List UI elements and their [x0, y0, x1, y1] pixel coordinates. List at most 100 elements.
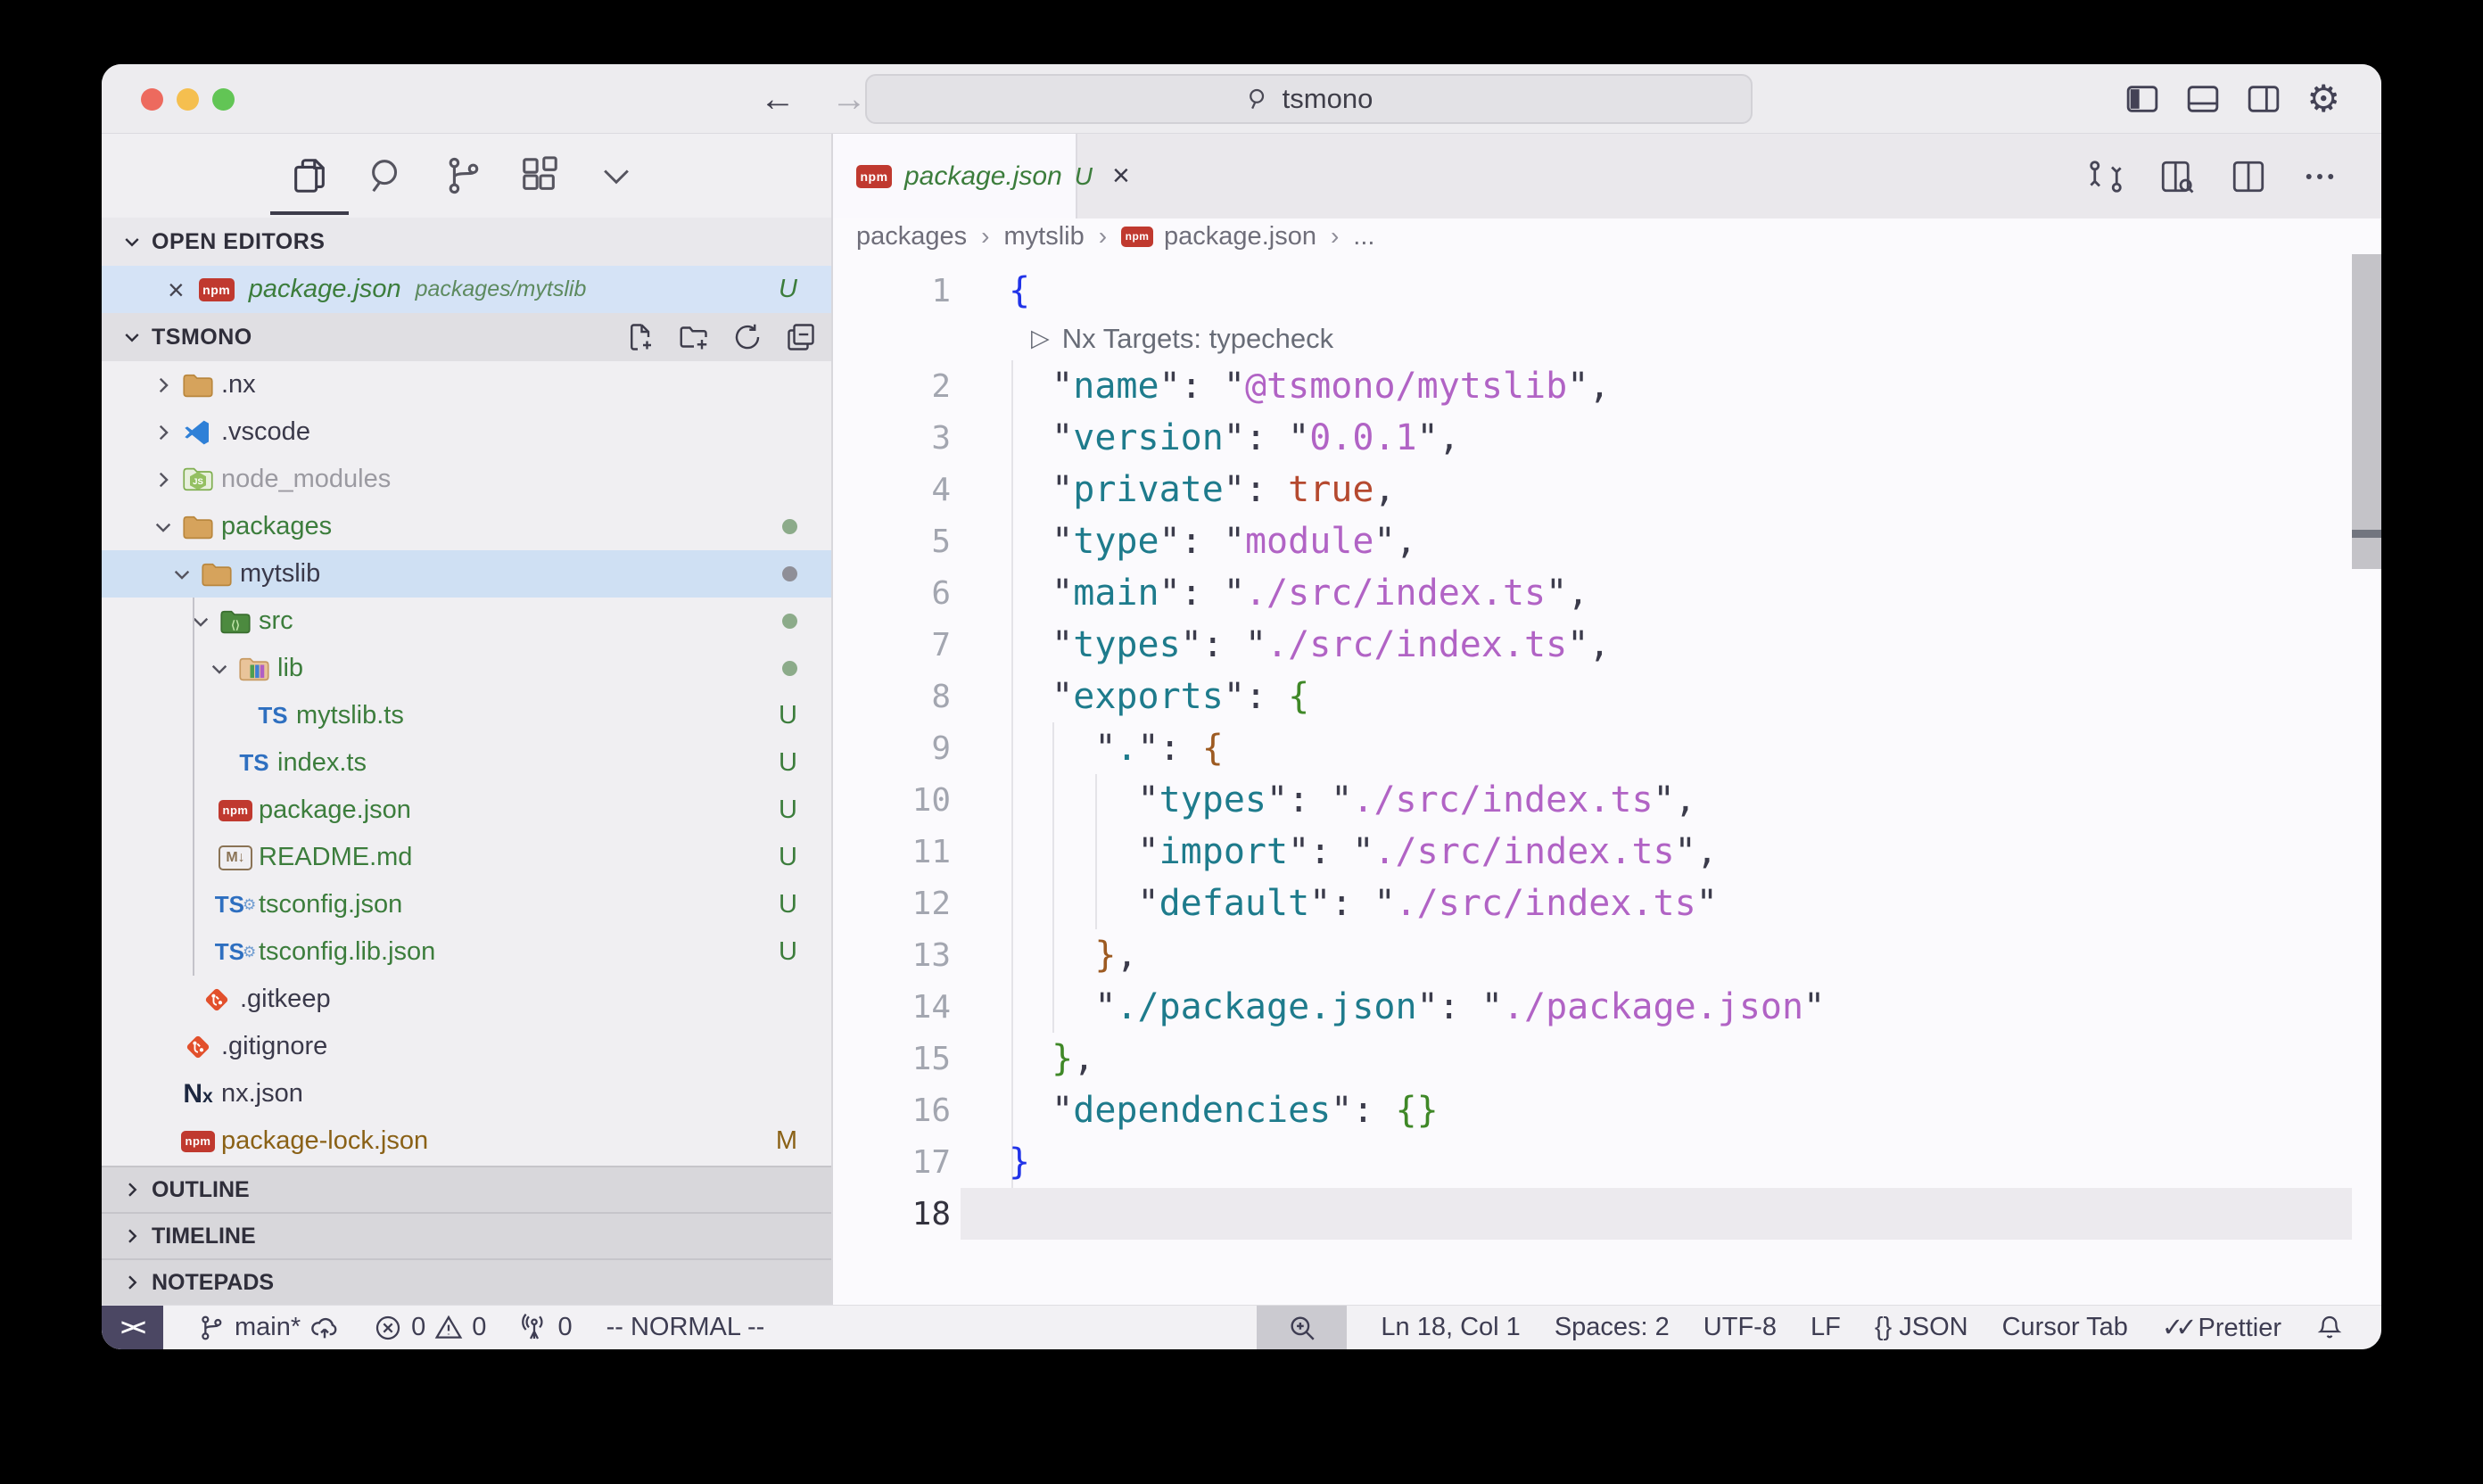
close-window-button[interactable] [141, 88, 163, 111]
chevron-right-icon[interactable] [148, 417, 178, 448]
collapse-all-icon[interactable] [785, 321, 817, 353]
chevron-down-icon[interactable] [186, 606, 216, 637]
workspace-header[interactable]: TSMONO [102, 313, 831, 361]
tree-item--nx[interactable]: .nx [102, 361, 831, 408]
remote-indicator[interactable]: >< [102, 1306, 163, 1350]
language-item[interactable]: {} JSON [1875, 1313, 1968, 1342]
code-line-2[interactable]: 2 "name": "@tsmono/mytslib", [833, 360, 2381, 412]
traffic-lights [141, 88, 235, 111]
tree-item-node-modules[interactable]: JSnode_modules [102, 456, 831, 503]
navigate-back-icon[interactable]: ← [760, 79, 796, 120]
tree-item--gitkeep[interactable]: .gitkeep [102, 976, 831, 1023]
code-line-15[interactable]: 15 }, [833, 1033, 2381, 1084]
tree-item-mytslib-ts[interactable]: TSmytslib.tsU [102, 692, 831, 739]
chevron-right-icon[interactable] [148, 465, 178, 495]
code-line-11[interactable]: 11 "import": "./src/index.ts", [833, 826, 2381, 878]
code-lens-nx-targets[interactable]: ▷Nx Targets: typecheck [833, 317, 2381, 360]
code-line-8[interactable]: 8 "exports": { [833, 671, 2381, 722]
tree-item-src[interactable]: ⟨⟩src [102, 598, 831, 645]
cursor-position-item[interactable]: Ln 18, Col 1 [1381, 1313, 1520, 1342]
toggle-panel-icon[interactable] [2185, 81, 2221, 117]
code-line-5[interactable]: 5 "type": "module", [833, 515, 2381, 567]
tree-item-lib[interactable]: lib [102, 645, 831, 692]
zoom-indicator[interactable] [1257, 1306, 1347, 1350]
source-control-icon[interactable] [442, 155, 483, 196]
breadcrumb-item[interactable]: ... [1353, 222, 1374, 251]
problems-status-item[interactable]: 0 0 [374, 1313, 486, 1342]
chevron-down-icon[interactable] [204, 654, 235, 684]
code-line-18[interactable]: 18 [833, 1188, 2381, 1240]
more-actions-icon[interactable] [2301, 158, 2339, 195]
git-status-badge: U [779, 275, 797, 304]
open-editor-item[interactable]: × npm package.json packages/mytslib U [102, 266, 831, 313]
tree-item-package-lock-json[interactable]: npmpackage-lock.jsonM [102, 1117, 831, 1165]
branch-status-item[interactable]: main* [197, 1313, 340, 1343]
code-line-13[interactable]: 13 }, [833, 929, 2381, 981]
tree-item-label: index.ts [277, 748, 367, 778]
code-line-14[interactable]: 14 "./package.json": "./package.json" [833, 981, 2381, 1033]
tree-item-package-json[interactable]: npmpackage.jsonU [102, 787, 831, 834]
code-line-12[interactable]: 12 "default": "./src/index.ts" [833, 878, 2381, 929]
open-editors-title: OPEN EDITORS [152, 229, 325, 255]
close-tab-icon[interactable]: × [1112, 159, 1130, 194]
tree-item-readme-md[interactable]: M↓README.mdU [102, 834, 831, 881]
cursor-tab-item[interactable]: Cursor Tab [2002, 1313, 2128, 1342]
encoding-item[interactable]: UTF-8 [1703, 1313, 1777, 1342]
code-line-1[interactable]: 1{ [833, 265, 2381, 317]
search-view-icon[interactable] [366, 155, 407, 196]
breadcrumb-item[interactable]: mytslib [1003, 222, 1084, 251]
tree-item-mytslib[interactable]: mytslib [102, 550, 831, 598]
timeline-section-header[interactable]: TIMELINE [102, 1212, 831, 1258]
breadcrumb-item[interactable]: npmpackage.json [1121, 222, 1316, 251]
toggle-primary-sidebar-icon[interactable] [2124, 81, 2160, 117]
ports-status-item[interactable]: 0 [520, 1313, 572, 1342]
command-center-search[interactable]: tsmono [865, 74, 1753, 124]
explorer-files-icon[interactable] [289, 155, 330, 196]
more-views-chevron-icon[interactable] [596, 155, 637, 196]
tree-item--gitignore[interactable]: .gitignore [102, 1023, 831, 1070]
open-editors-header[interactable]: OPEN EDITORS [102, 218, 831, 266]
close-editor-icon[interactable]: × [168, 276, 185, 304]
new-folder-icon[interactable] [678, 321, 710, 353]
code-line-17[interactable]: 17} [833, 1136, 2381, 1188]
eol-item[interactable]: LF [1811, 1313, 1841, 1342]
tree-item-tsconfig-json[interactable]: TS⚙tsconfig.jsonU [102, 881, 831, 928]
code-line-16[interactable]: 16 "dependencies": {} [833, 1084, 2381, 1136]
tab-package-json[interactable]: npm package.json U × [833, 134, 1077, 218]
chevron-down-icon[interactable] [167, 559, 197, 589]
tree-item-nx-json[interactable]: Nxnx.json [102, 1070, 831, 1117]
settings-gear-icon[interactable]: ⚙ [2306, 80, 2340, 118]
code-line-9[interactable]: 9 ".": { [833, 722, 2381, 774]
formatter-item[interactable]: ✓✓Prettier [2162, 1312, 2281, 1343]
code-line-3[interactable]: 3 "version": "0.0.1", [833, 412, 2381, 464]
tree-item-tsconfig-lib-json[interactable]: TS⚙tsconfig.lib.jsonU [102, 928, 831, 976]
chevron-down-icon[interactable] [148, 512, 178, 542]
warning-count: 0 [472, 1313, 486, 1342]
open-editor-path: packages/mytslib [416, 276, 587, 302]
notifications-bell-icon[interactable] [2315, 1314, 2344, 1342]
code-line-4[interactable]: 4 "private": true, [833, 464, 2381, 515]
breadcrumb-item[interactable]: packages [856, 222, 967, 251]
chevron-right-icon[interactable] [148, 370, 178, 400]
open-preview-icon[interactable] [2158, 158, 2196, 195]
refresh-icon[interactable] [731, 321, 763, 353]
tree-item-index-ts[interactable]: TSindex.tsU [102, 739, 831, 787]
zoom-window-button[interactable] [212, 88, 235, 111]
toggle-secondary-sidebar-icon[interactable] [2246, 81, 2281, 117]
navigate-forward-icon[interactable]: → [831, 79, 867, 120]
code-line-7[interactable]: 7 "types": "./src/index.ts", [833, 619, 2381, 671]
notepads-section-header[interactable]: NOTEPADS [102, 1258, 831, 1305]
outline-section-header[interactable]: OUTLINE [102, 1166, 831, 1212]
minimize-window-button[interactable] [177, 88, 199, 111]
tree-item-packages[interactable]: packages [102, 503, 831, 550]
code-editor[interactable]: 1{▷Nx Targets: typecheck2 "name": "@tsmo… [833, 254, 2381, 1305]
open-changes-icon[interactable] [2087, 158, 2124, 195]
code-line-6[interactable]: 6 "main": "./src/index.ts", [833, 567, 2381, 619]
indentation-item[interactable]: Spaces: 2 [1555, 1313, 1670, 1342]
new-file-icon[interactable] [624, 321, 656, 353]
line-number: 1 [833, 273, 951, 309]
extensions-icon[interactable] [519, 155, 560, 196]
split-editor-icon[interactable] [2230, 158, 2267, 195]
tree-item--vscode[interactable]: .vscode [102, 408, 831, 456]
code-line-10[interactable]: 10 "types": "./src/index.ts", [833, 774, 2381, 826]
